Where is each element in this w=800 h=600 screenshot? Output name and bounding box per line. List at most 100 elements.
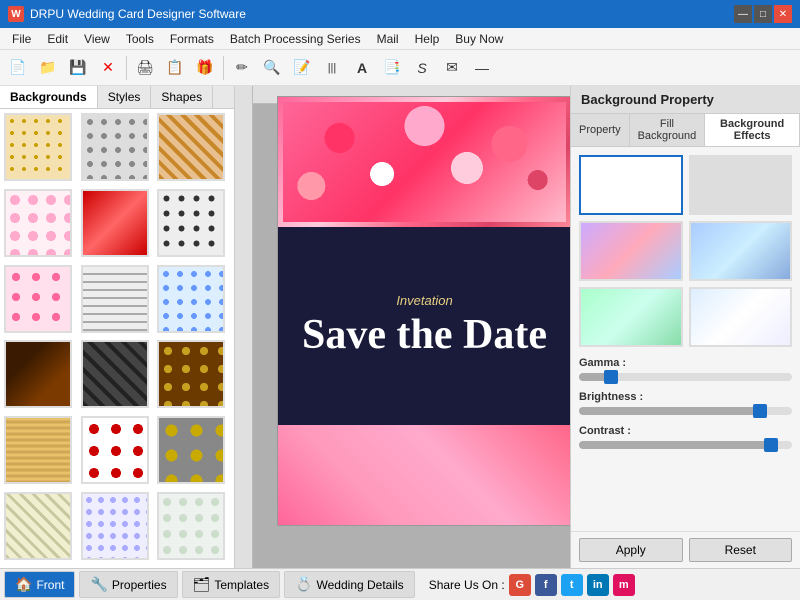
backgrounds-grid <box>0 109 234 568</box>
list-item[interactable] <box>157 265 225 333</box>
app-title: DRPU Wedding Card Designer Software <box>30 7 246 21</box>
ruler-left <box>235 86 253 568</box>
reset-button[interactable]: Reset <box>689 538 793 562</box>
gift-button[interactable]: 🎁 <box>191 54 219 82</box>
menu-tools[interactable]: Tools <box>118 30 162 48</box>
list-item[interactable] <box>157 340 225 408</box>
share-section: Share Us On : G f t in m <box>429 574 635 596</box>
window-controls[interactable]: — □ ✕ <box>734 5 792 23</box>
front-label: Front <box>36 578 64 592</box>
tab-fill-background[interactable]: Fill Background <box>630 114 706 146</box>
tab-shapes[interactable]: Shapes <box>151 86 213 108</box>
card-flowers-bottom <box>278 425 570 525</box>
wedding-label: Wedding Details <box>317 578 404 592</box>
action-buttons: Apply Reset <box>571 531 800 568</box>
save-button[interactable]: 💾 <box>64 54 92 82</box>
social-mail[interactable]: m <box>613 574 635 596</box>
card-subtitle: Invetation <box>396 293 452 308</box>
tab-backgrounds[interactable]: Backgrounds <box>0 86 98 108</box>
contrast-label: Contrast : <box>579 425 792 437</box>
social-facebook[interactable]: f <box>535 574 557 596</box>
menu-edit[interactable]: Edit <box>39 30 76 48</box>
list-item[interactable] <box>4 492 72 560</box>
list-item[interactable] <box>4 113 72 181</box>
tab-styles[interactable]: Styles <box>98 86 152 108</box>
menu-mail[interactable]: Mail <box>369 30 407 48</box>
gamma-slider[interactable] <box>579 373 792 381</box>
toolbar: 📄 📁 💾 ✕ 🖨 📋 🎁 ✏ 🔍 📝 ||| A 📑 S ✉ — <box>0 50 800 86</box>
menu-buynow[interactable]: Buy Now <box>447 30 511 48</box>
menu-formats[interactable]: Formats <box>162 30 222 48</box>
brightness-section: Brightness : <box>579 391 792 415</box>
font-button[interactable]: A <box>348 54 376 82</box>
text-button[interactable]: 📝 <box>288 54 316 82</box>
title-bar-left: W DRPU Wedding Card Designer Software <box>8 6 246 22</box>
gamma-label: Gamma : <box>579 357 792 369</box>
close-button[interactable]: ✕ <box>774 5 792 23</box>
copy-button[interactable]: 📋 <box>161 54 189 82</box>
center-canvas: Invetation Save the Date <box>235 86 570 568</box>
menu-view[interactable]: View <box>76 30 118 48</box>
properties-icon: 🔧 <box>90 576 107 593</box>
bottom-bar: 🏠 Front 🔧 Properties 🗂 Templates 💍 Weddi… <box>0 568 800 600</box>
apply-button[interactable]: Apply <box>579 538 683 562</box>
main-content: Backgrounds Styles Shapes <box>0 86 800 568</box>
menu-batch[interactable]: Batch Processing Series <box>222 30 369 48</box>
open-button[interactable]: 📁 <box>34 54 62 82</box>
separator-2 <box>223 56 224 80</box>
menu-bar: File Edit View Tools Formats Batch Proce… <box>0 28 800 50</box>
delete-button[interactable]: ✕ <box>94 54 122 82</box>
list-item[interactable] <box>81 492 149 560</box>
list-item[interactable] <box>4 189 72 257</box>
tab-wedding-details[interactable]: 💍 Wedding Details <box>284 571 415 598</box>
line-button[interactable]: — <box>468 54 496 82</box>
tab-templates[interactable]: 🗂 Templates <box>182 571 280 598</box>
list-item[interactable] <box>81 416 149 484</box>
menu-file[interactable]: File <box>4 30 39 48</box>
tab-front[interactable]: 🏠 Front <box>4 571 75 598</box>
card-canvas[interactable]: Invetation Save the Date <box>277 96 570 526</box>
social-google[interactable]: G <box>509 574 531 596</box>
effect-white[interactable] <box>689 287 793 347</box>
pen-button[interactable]: ✏ <box>228 54 256 82</box>
effects-content: Gamma : Brightness : Contrast : <box>571 147 800 531</box>
email-button[interactable]: ✉ <box>438 54 466 82</box>
left-panel: Backgrounds Styles Shapes <box>0 86 235 568</box>
print-button[interactable]: 🖨 <box>131 54 159 82</box>
maximize-button[interactable]: □ <box>754 5 772 23</box>
barcode-button[interactable]: ||| <box>318 54 346 82</box>
list-item[interactable] <box>81 265 149 333</box>
social-linkedin[interactable]: in <box>587 574 609 596</box>
list-item[interactable] <box>157 416 225 484</box>
list-item[interactable] <box>81 113 149 181</box>
tab-property[interactable]: Property <box>571 114 630 146</box>
effect-thumb[interactable] <box>689 155 793 215</box>
menu-help[interactable]: Help <box>407 30 448 48</box>
minimize-button[interactable]: — <box>734 5 752 23</box>
social-twitter[interactable]: t <box>561 574 583 596</box>
script-button[interactable]: S <box>408 54 436 82</box>
list-item[interactable] <box>4 265 72 333</box>
effect-green[interactable] <box>579 287 683 347</box>
list-item[interactable] <box>157 113 225 181</box>
search-button[interactable]: 🔍 <box>258 54 286 82</box>
effect-purple[interactable] <box>579 221 683 281</box>
list-item[interactable] <box>81 340 149 408</box>
list-item[interactable] <box>157 189 225 257</box>
tab-background-effects[interactable]: Background Effects <box>705 114 800 146</box>
card-center: Invetation Save the Date <box>278 227 570 425</box>
effect-blank[interactable] <box>579 155 683 215</box>
contrast-slider[interactable] <box>579 441 792 449</box>
brightness-slider[interactable] <box>579 407 792 415</box>
right-panel: Background Property Property Fill Backgr… <box>570 86 800 568</box>
effect-blue[interactable] <box>689 221 793 281</box>
new-button[interactable]: 📄 <box>4 54 32 82</box>
list-item[interactable] <box>4 416 72 484</box>
list-item[interactable] <box>4 340 72 408</box>
title-bar: W DRPU Wedding Card Designer Software — … <box>0 0 800 28</box>
list-item[interactable] <box>157 492 225 560</box>
tab-properties[interactable]: 🔧 Properties <box>79 571 177 598</box>
doc-button[interactable]: 📑 <box>378 54 406 82</box>
list-item[interactable] <box>81 189 149 257</box>
right-panel-title: Background Property <box>571 86 800 114</box>
